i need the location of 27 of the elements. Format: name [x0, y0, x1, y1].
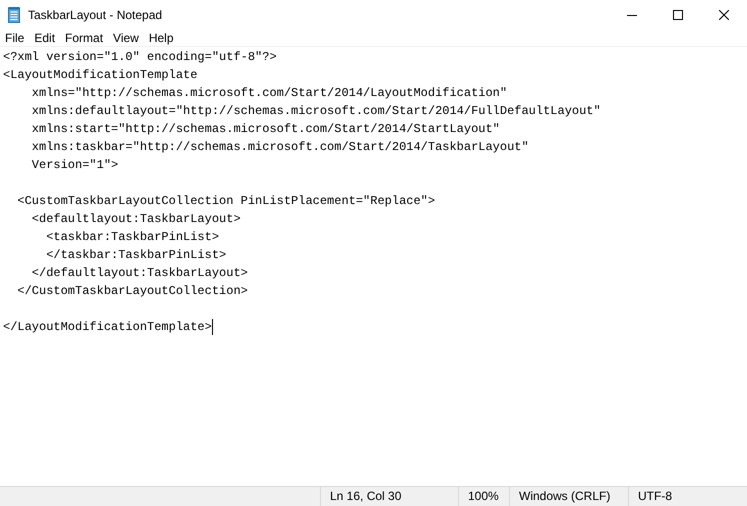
maximize-icon [673, 10, 683, 20]
menu-item[interactable]: Format [60, 30, 108, 46]
code-line: </defaultlayout:TaskbarLayout> [30, 265, 248, 282]
code-line: </taskbar:TaskbarPinList> [45, 247, 226, 264]
menu-item[interactable]: Help [144, 30, 179, 46]
code-line: <defaultlayout:TaskbarLayout> [30, 211, 241, 228]
code-line: <CustomTaskbarLayoutCollection PinListPlacement="Replace"> [16, 193, 436, 210]
code-line: </CustomTaskbarLayoutCollection> [16, 283, 248, 300]
code-line: <taskbar:TaskbarPinList> [45, 229, 220, 246]
code-line: xmlns:taskbar="http://schemas.microsoft.com/Start/2014/TaskbarLayout" [30, 139, 529, 156]
cursor-position: Ln 16, Col 30 [320, 487, 458, 506]
code-line: <LayoutModificationTemplate [3, 67, 198, 84]
code-line: <?xml version="1.0" encoding="utf-8"?> [3, 49, 277, 66]
line-ending: Windows (CRLF) [509, 487, 628, 506]
code-line: xmlns:defaultlayout="http://schemas.microsoft.com/Start/2014/FullDefaultLayout" [30, 103, 601, 120]
notepad-icon [8, 7, 20, 23]
code-line: Version="1"> [30, 157, 118, 174]
code-line: xmlns:start="http://schemas.microsoft.com/Start/2014/StartLayout" [30, 121, 500, 138]
menu-item[interactable]: File [0, 30, 30, 46]
zoom-level: 100% [458, 487, 509, 506]
code-line: xmlns="http://schemas.microsoft.com/Start/2014/LayoutModification" [30, 85, 508, 102]
menu-item[interactable]: Edit [29, 30, 60, 46]
encoding: UTF-8 [628, 487, 747, 506]
menu-item[interactable]: View [108, 30, 144, 46]
close-icon [719, 10, 729, 20]
window-title: TaskbarLayout - Notepad [28, 7, 162, 24]
code-line: </LayoutModificationTemplate> [3, 319, 212, 336]
